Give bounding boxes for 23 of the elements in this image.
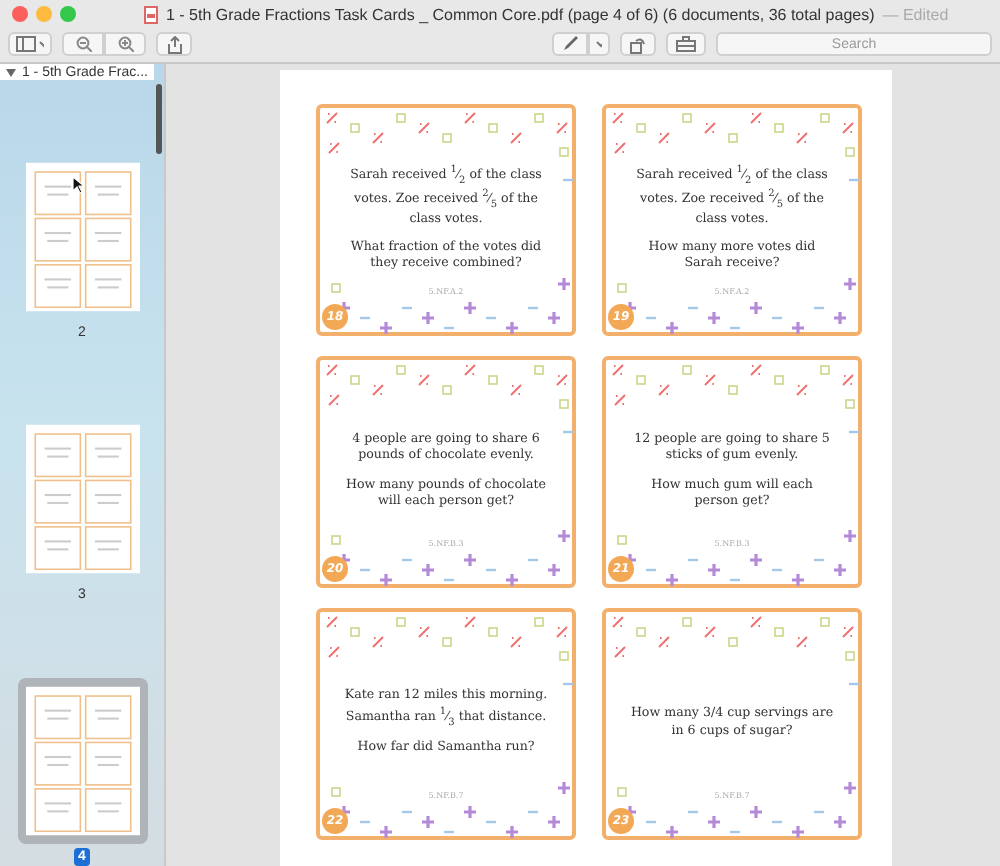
zoom-out-icon bbox=[75, 36, 91, 52]
window-title: 1 - 5th Grade Fractions Task Cards _ Common Core.pdf (page 4 of 6) (6 documents, 36 total pages) bbox=[166, 5, 875, 23]
edited-status: — Edited bbox=[882, 5, 949, 23]
dropdown-button[interactable] bbox=[588, 32, 610, 56]
sidebar-icon bbox=[16, 36, 44, 52]
toolbox-icon bbox=[676, 36, 696, 52]
zoom-out-button[interactable] bbox=[62, 32, 104, 56]
scrollbar-thumb[interactable] bbox=[156, 84, 162, 154]
zoom-in-icon bbox=[117, 36, 133, 52]
sidebar-toggle-button[interactable] bbox=[8, 32, 52, 56]
close-button[interactable] bbox=[12, 6, 28, 22]
disclosure-triangle-icon[interactable] bbox=[6, 67, 16, 77]
markup-pen-button[interactable] bbox=[552, 32, 588, 56]
caret-icon bbox=[596, 40, 602, 48]
share-icon bbox=[167, 35, 181, 53]
toolbox-button[interactable] bbox=[666, 32, 706, 56]
zoom-button[interactable] bbox=[60, 6, 76, 22]
rotate-icon bbox=[630, 35, 646, 53]
zoom-in-button[interactable] bbox=[104, 32, 146, 56]
pen-icon bbox=[561, 36, 579, 52]
rotate-button[interactable] bbox=[620, 32, 656, 56]
share-button[interactable] bbox=[156, 32, 192, 56]
pdf-file-icon bbox=[144, 5, 158, 23]
